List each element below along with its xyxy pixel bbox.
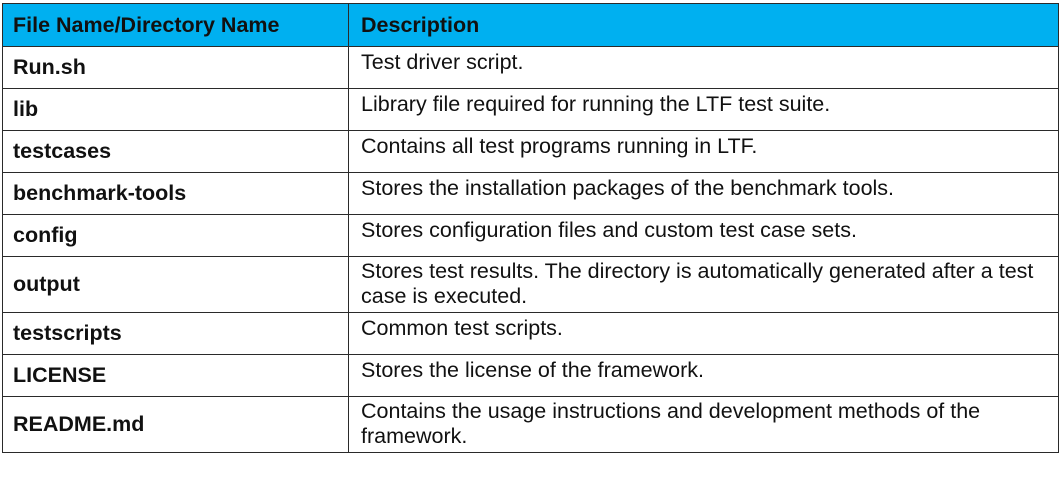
table-row: testscripts Common test scripts.	[2, 312, 1059, 355]
file-name-cell: LICENSE	[2, 354, 349, 397]
file-name-cell: config	[2, 214, 349, 257]
table-row: testcases Contains all test programs run…	[2, 130, 1059, 173]
header-description: Description	[348, 3, 1059, 47]
table-row: LICENSE Stores the license of the framew…	[2, 354, 1059, 397]
file-name-cell: README.md	[2, 396, 349, 453]
file-directory-table: File Name/Directory Name Description Run…	[2, 3, 1059, 453]
table-row: README.md Contains the usage instruction…	[2, 396, 1059, 453]
table-row: config Stores configuration files and cu…	[2, 214, 1059, 257]
file-name-cell: benchmark-tools	[2, 172, 349, 215]
description-cell: Stores configuration files and custom te…	[348, 214, 1059, 257]
table-row: Run.sh Test driver script.	[2, 46, 1059, 89]
table-row: benchmark-tools Stores the installation …	[2, 172, 1059, 215]
description-cell: Stores the license of the framework.	[348, 354, 1059, 397]
file-name-cell: testscripts	[2, 312, 349, 355]
file-name-cell: output	[2, 256, 349, 313]
file-name-cell: lib	[2, 88, 349, 131]
description-cell: Common test scripts.	[348, 312, 1059, 355]
file-name-cell: testcases	[2, 130, 349, 173]
description-cell: Contains all test programs running in LT…	[348, 130, 1059, 173]
description-cell: Stores test results. The directory is au…	[348, 256, 1059, 313]
description-cell: Contains the usage instructions and deve…	[348, 396, 1059, 453]
file-name-cell: Run.sh	[2, 46, 349, 89]
table-row: output Stores test results. The director…	[2, 256, 1059, 313]
description-cell: Library file required for running the LT…	[348, 88, 1059, 131]
description-cell: Test driver script.	[348, 46, 1059, 89]
table-row: lib Library file required for running th…	[2, 88, 1059, 131]
table-header-row: File Name/Directory Name Description	[2, 3, 1059, 47]
header-file-name: File Name/Directory Name	[2, 3, 349, 47]
description-cell: Stores the installation packages of the …	[348, 172, 1059, 215]
